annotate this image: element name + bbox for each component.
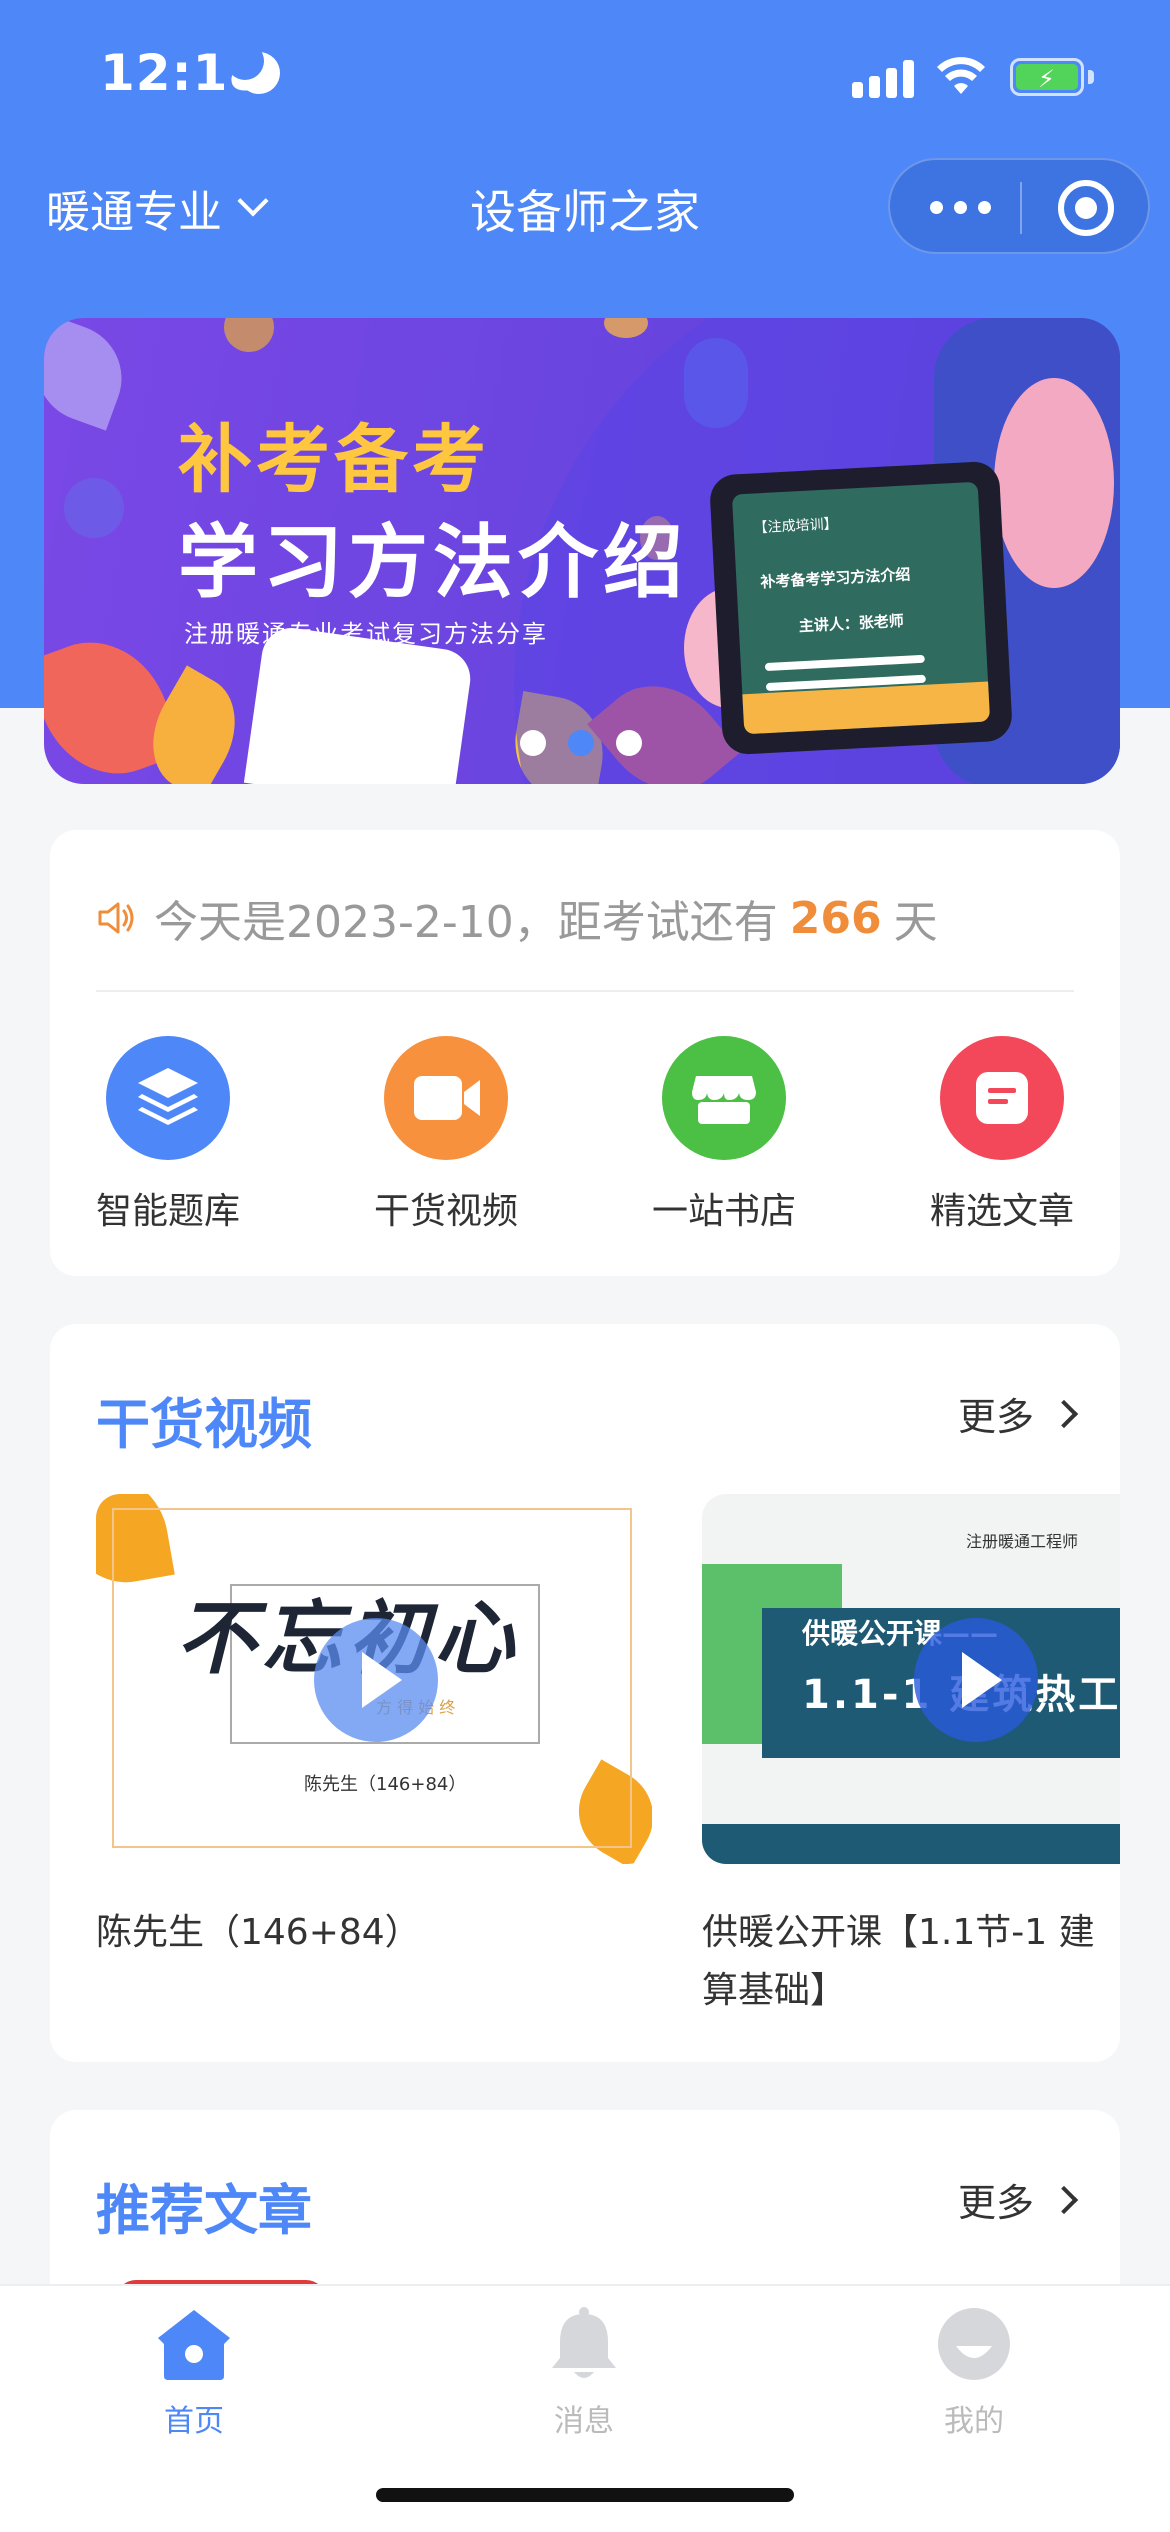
speaker-icon (98, 902, 134, 934)
tab-home[interactable]: 首页 (94, 2304, 294, 2440)
decor-dot (604, 318, 648, 338)
video-thumbnail[interactable]: 不忘初心 方 得 始 终 陈先生（146+84） (96, 1494, 652, 1864)
banner-page-indicator[interactable] (616, 730, 642, 756)
article-icon (940, 1036, 1064, 1160)
quick-link-question-bank[interactable]: 智能题库 (68, 1036, 268, 1234)
hand-illustration (994, 378, 1114, 588)
articles-more-link[interactable]: 更多 (957, 2172, 1079, 2227)
home-indicator (376, 2488, 794, 2502)
decor-dot (224, 318, 274, 352)
video-thumbnail[interactable]: 注册暖通工程师 供暖公开课—— 1.1-1 建筑热工计 (702, 1494, 1120, 1864)
quick-link-label: 智能题库 (95, 1191, 240, 1232)
countdown-suffix: 天 (893, 897, 938, 948)
videos-more-link[interactable]: 更多 (957, 1386, 1079, 1441)
banner-title-line1: 补考备考 (178, 417, 490, 503)
tablet-line (764, 654, 925, 672)
profile-icon (938, 2308, 1010, 2380)
more-label: 更多 (957, 1395, 1034, 1439)
thumb-caption: 陈先生（146+84） (304, 1774, 467, 1795)
countdown-days: 266 (789, 892, 882, 944)
miniprogram-capsule (888, 158, 1150, 254)
play-button[interactable] (314, 1618, 438, 1742)
thumb-header: 注册暖通工程师 (966, 1532, 1079, 1551)
countdown-prefix: 今天是2023-2-10，距考试还有 (154, 897, 778, 948)
tablet-tag: 【注成培训】 (753, 516, 838, 537)
banner-page-indicator-active[interactable] (568, 730, 594, 756)
wifi-icon (937, 57, 985, 94)
tablet-speaker: 主讲人：张老师 (798, 611, 905, 636)
video-title-line2: 算基础】 (702, 1970, 847, 2011)
section-title: 干货视频 (96, 1393, 312, 1456)
play-button[interactable] (914, 1618, 1038, 1742)
home-icon (158, 2310, 230, 2380)
banner-subtitle: 注册暖通专业考试复习方法分享 (184, 620, 548, 648)
divider (96, 990, 1074, 992)
tab-label: 消息 (554, 2404, 614, 2439)
tab-messages[interactable]: 消息 (484, 2304, 684, 2440)
battery-cap (1088, 70, 1094, 84)
quick-link-label: 精选文章 (929, 1191, 1074, 1232)
quick-link-label: 干货视频 (373, 1191, 518, 1232)
more-label: 更多 (957, 2181, 1034, 2225)
video-title[interactable]: 陈先生（146+84） (96, 1904, 421, 1962)
close-miniprogram-button[interactable] (1058, 180, 1114, 236)
decor-dot (64, 478, 124, 538)
section-title: 推荐文章 (96, 2179, 312, 2242)
quick-link-bookstore[interactable]: 一站书店 (624, 1036, 824, 1234)
thumb-footer (702, 1824, 1120, 1864)
tab-profile[interactable]: 我的 (874, 2304, 1074, 2440)
more-options-button[interactable] (930, 192, 996, 222)
app-screen: 12:18 ⚡ 暖通专业 设备师之家 【注成培训】 补考备考学习方法介绍 主讲人… (0, 0, 1170, 2532)
quick-link-label: 一站书店 (651, 1191, 796, 1232)
tablet-title: 补考备考学习方法介绍 (760, 565, 911, 592)
moon-icon (226, 42, 280, 94)
video-title-line1: 供暖公开课【1.1节-1 建 (702, 1912, 1095, 1953)
promo-banner[interactable]: 【注成培训】 补考备考学习方法介绍 主讲人：张老师 补考备考 学习方法介绍 注册… (44, 318, 1120, 784)
banner-title-line2: 学习方法介绍 (178, 516, 688, 609)
videos-section: 干货视频 更多 不忘初心 方 得 始 终 陈先生（146+84） 陈先生（146… (50, 1324, 1120, 2062)
countdown-card: 今天是2023-2-10，距考试还有 266 天 智能题库 干货视频 一站书店 … (50, 830, 1120, 1276)
signal-icon (852, 58, 914, 98)
video-title[interactable]: 供暖公开课【1.1节-1 建 算基础】 (702, 1904, 1095, 2020)
tab-label: 首页 (164, 2404, 224, 2439)
banner-page-indicator[interactable] (520, 730, 546, 756)
quick-link-articles[interactable]: 精选文章 (902, 1036, 1102, 1234)
tablet-illustration: 【注成培训】 补考备考学习方法介绍 主讲人：张老师 (708, 460, 1014, 756)
store-icon (662, 1036, 786, 1160)
battery-icon: ⚡ (1010, 58, 1084, 96)
layers-icon (106, 1036, 230, 1160)
bell-icon (552, 2307, 616, 2378)
chevron-right-icon (1049, 1399, 1079, 1428)
chevron-right-icon (1049, 2185, 1079, 2214)
capsule-divider (1020, 182, 1022, 234)
video-camera-icon (384, 1036, 508, 1160)
decor-leaf (44, 318, 137, 431)
tab-label: 我的 (944, 2404, 1004, 2439)
exam-countdown: 今天是2023-2-10，距考试还有 266 天 (96, 886, 938, 950)
quick-link-videos[interactable]: 干货视频 (346, 1036, 546, 1234)
